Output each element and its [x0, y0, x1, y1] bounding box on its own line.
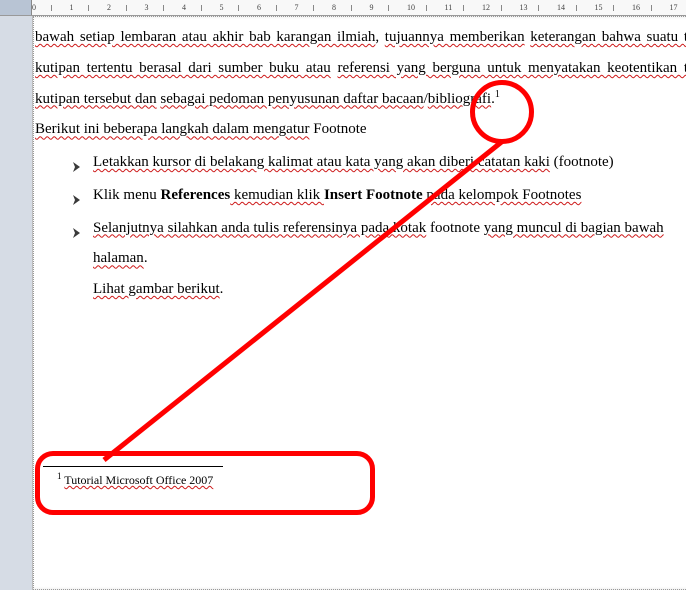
document-page[interactable]: bawah setiap lembaran atau akhir bab kar… — [32, 16, 686, 590]
ruler-tick: 16 — [632, 0, 640, 15]
ruler-minor-tick — [351, 5, 352, 11]
ruler-minor-tick — [613, 5, 614, 11]
ruler-tick: 0 — [32, 0, 36, 15]
footnote-reference-marker[interactable]: 1 — [495, 89, 500, 100]
ruler-minor-tick — [51, 5, 52, 11]
ruler-tick: 13 — [520, 0, 528, 15]
ruler-tick: 12 — [482, 0, 490, 15]
ruler-minor-tick — [538, 5, 539, 11]
horizontal-ruler: 01234567891011121314151617 — [0, 0, 686, 16]
ruler-minor-tick — [463, 5, 464, 11]
steps-list: Letakkan kursor di belakang kalimat atau… — [71, 147, 686, 305]
ruler-minor-tick — [163, 5, 164, 11]
paragraph-intro: bawah setiap lembaran atau akhir bab kar… — [35, 22, 686, 114]
ruler-stub — [0, 0, 32, 15]
ruler-tick: 11 — [445, 0, 453, 15]
ruler-tick: 14 — [557, 0, 565, 15]
ruler-minor-tick — [501, 5, 502, 11]
ruler-minor-tick — [201, 5, 202, 11]
chevron-icon — [71, 220, 83, 251]
ruler-tick: 6 — [257, 0, 261, 15]
list-item: Letakkan kursor di belakang kalimat atau… — [71, 147, 686, 178]
ruler-minor-tick — [88, 5, 89, 11]
ruler-tick: 17 — [670, 0, 678, 15]
document-body[interactable]: bawah setiap lembaran atau akhir bab kar… — [33, 20, 686, 305]
ruler-tick: 5 — [220, 0, 224, 15]
ruler-tick: 3 — [145, 0, 149, 15]
ruler-tick: 2 — [107, 0, 111, 15]
ruler-tick: 4 — [182, 0, 186, 15]
ruler-minor-tick — [576, 5, 577, 11]
ruler-tick: 10 — [407, 0, 415, 15]
ruler-minor-tick — [426, 5, 427, 11]
ruler-minor-tick — [126, 5, 127, 11]
footnote-separator — [43, 466, 223, 467]
ruler-minor-tick — [238, 5, 239, 11]
ruler-tick: 9 — [370, 0, 374, 15]
footnote-number: 1 — [57, 471, 62, 481]
ruler-track: 01234567891011121314151617 — [32, 0, 686, 15]
footnote-text[interactable]: 1 Tutorial Microsoft Office 2007 — [37, 471, 686, 488]
ruler-minor-tick — [651, 5, 652, 11]
list-item: Selanjutnya silahkan anda tulis referens… — [71, 213, 686, 305]
ruler-minor-tick — [313, 5, 314, 11]
paragraph-steps-intro: Berikut ini beberapa langkah dalam menga… — [35, 114, 686, 145]
ruler-minor-tick — [276, 5, 277, 11]
ruler-tick: 1 — [70, 0, 74, 15]
ruler-tick: 8 — [332, 0, 336, 15]
footnote-area[interactable]: 1 Tutorial Microsoft Office 2007 — [37, 466, 686, 488]
ruler-tick: 15 — [595, 0, 603, 15]
ruler-minor-tick — [388, 5, 389, 11]
ruler-tick: 7 — [295, 0, 299, 15]
list-item: Klik menu References kemudian klik Inser… — [71, 180, 686, 211]
